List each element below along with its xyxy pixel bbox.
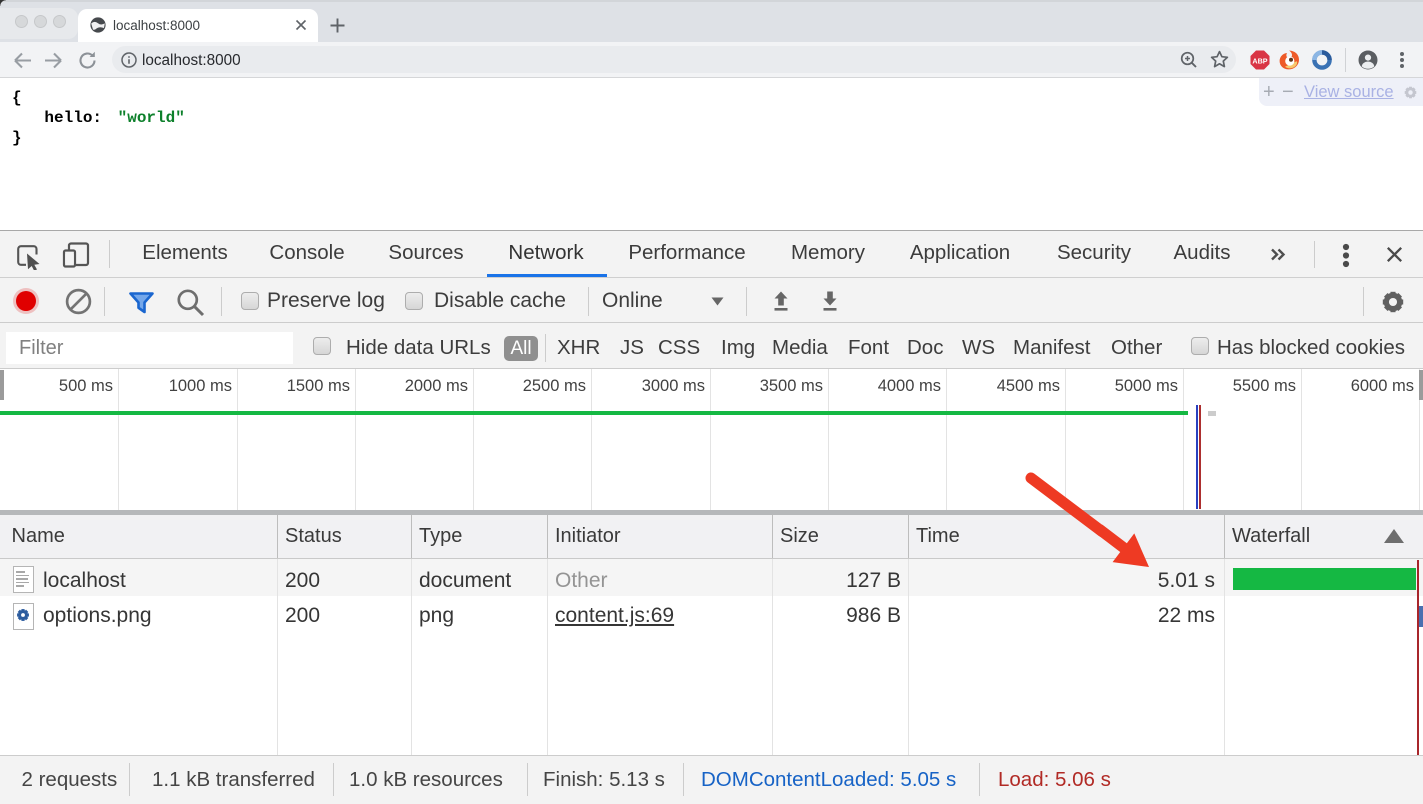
svg-text:ABP: ABP	[1252, 56, 1267, 65]
